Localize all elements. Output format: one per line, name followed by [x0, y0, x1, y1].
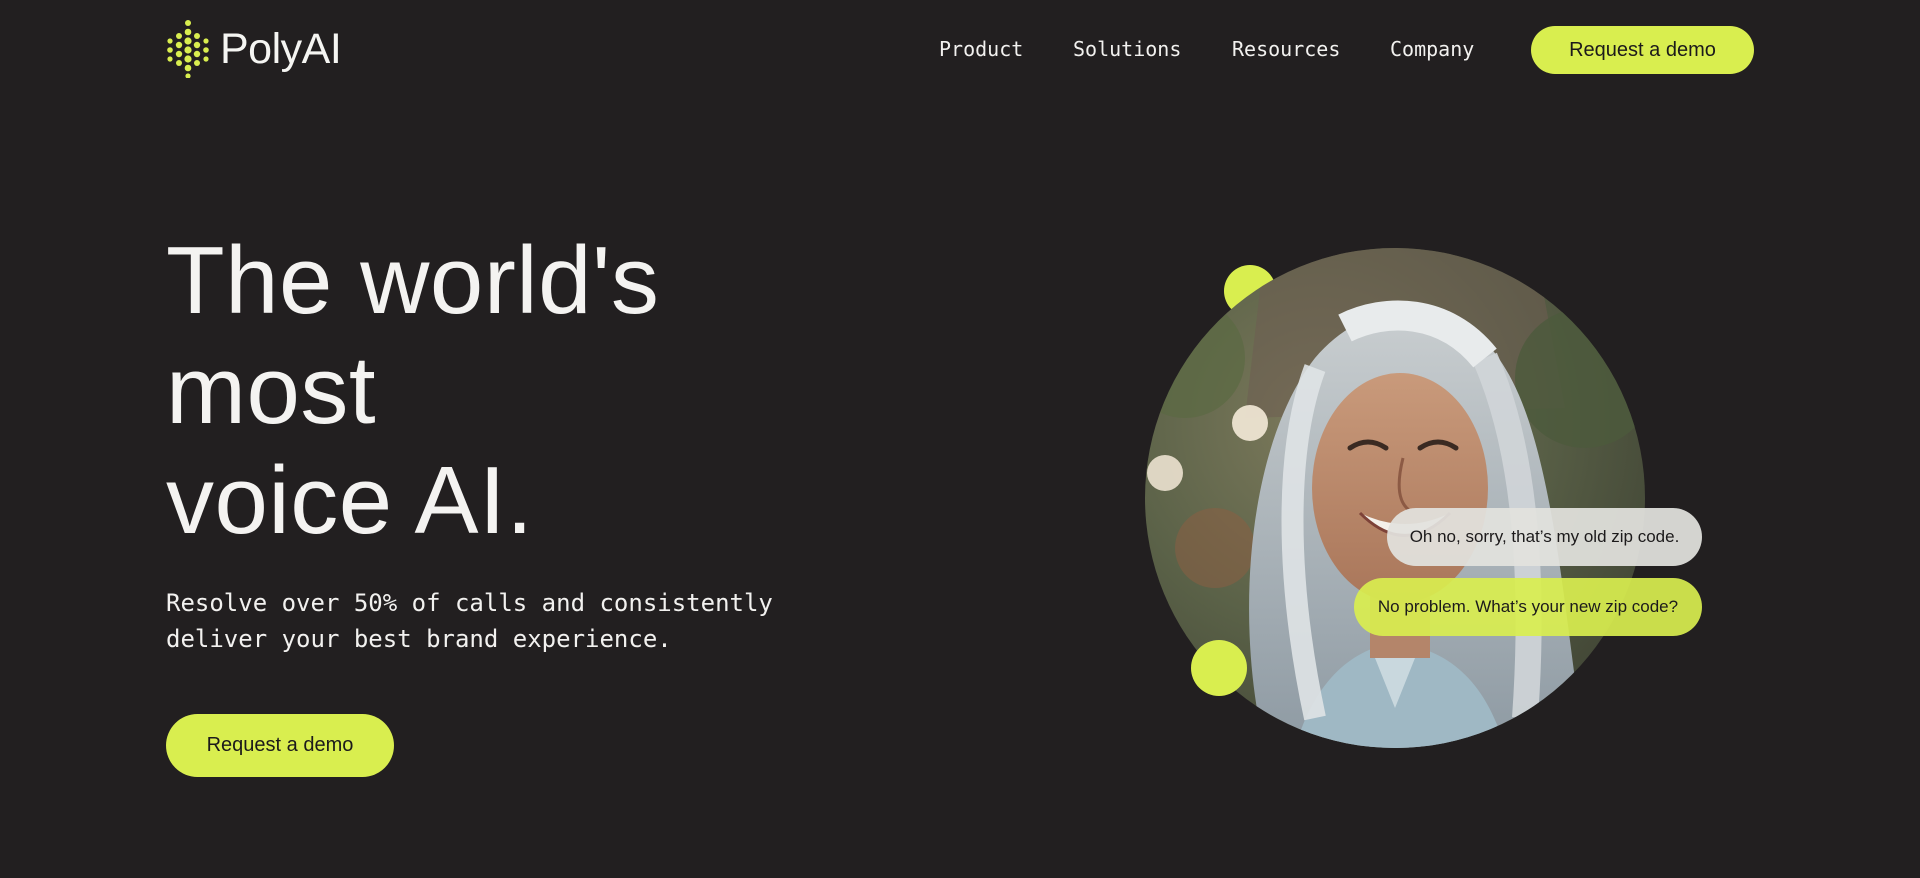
hero-request-demo-button[interactable]: Request a demo: [166, 714, 394, 777]
nav-item-solutions[interactable]: Solutions: [1073, 36, 1181, 62]
polyai-logo[interactable]: PolyAI: [166, 20, 342, 78]
nav-item-company[interactable]: Company: [1390, 36, 1474, 62]
brand-name: PolyAI: [220, 24, 342, 73]
dot-grid-logo-icon: [167, 20, 209, 78]
user-message-bubble: Oh no, sorry, that’s my old zip code.: [1387, 508, 1702, 566]
hero-title-line: most: [166, 337, 377, 444]
header-request-demo-button[interactable]: Request a demo: [1531, 26, 1754, 74]
site-header: PolyAI Product Solutions Resources Compa…: [0, 0, 1920, 100]
hero-title-line: voice AI.: [166, 447, 534, 554]
hero-title-line: The world's: [166, 227, 660, 334]
hero-subtitle-line: Resolve over 50% of calls and consistent…: [166, 589, 773, 617]
nav-item-product[interactable]: Product: [939, 36, 1023, 62]
nav-item-resources[interactable]: Resources: [1232, 36, 1340, 62]
hero-title: The world's most voice AI.: [166, 226, 659, 556]
ai-reply-bubble: No problem. What’s your new zip code?: [1354, 578, 1702, 636]
hero-subtitle: Resolve over 50% of calls and consistent…: [166, 585, 826, 657]
accent-dot: [1191, 640, 1247, 696]
hero-subtitle-line: deliver your best brand experience.: [166, 625, 672, 653]
